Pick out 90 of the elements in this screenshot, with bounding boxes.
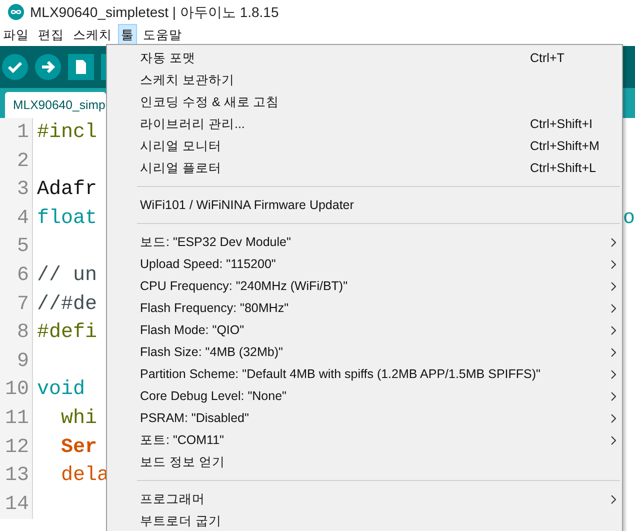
chevron-right-icon — [611, 414, 616, 422]
menu-bar-item[interactable]: 툴 — [118, 24, 137, 46]
menu-item[interactable]: PSRAM: "Disabled" — [107, 407, 622, 429]
menu-item-label: WiFi101 / WiFiNINA Firmware Updater — [140, 196, 355, 214]
menu-item-label: Flash Mode: "QIO" — [140, 322, 246, 339]
chevron-right-icon — [611, 238, 616, 246]
menu-item[interactable]: 시리얼 모니터 Ctrl+Shift+M — [107, 135, 622, 157]
app-logo-icon — [8, 4, 24, 20]
menu-item[interactable]: Flash Frequency: "80MHz" — [107, 297, 622, 319]
file-tab[interactable]: MLX90640_simp — [5, 92, 106, 118]
menu-bar-item[interactable]: 편집 — [35, 24, 67, 46]
menu-item[interactable]: Flash Mode: "QIO" — [107, 319, 622, 341]
menu-item[interactable]: 스케치 보관하기 — [107, 69, 622, 91]
line-number: 10 — [4, 378, 29, 402]
window-title: MLX90640_simpletest | 아두이노 1.8.15 — [30, 2, 279, 22]
menu-item-label: 라이브러리 관리... — [140, 116, 246, 133]
code-text: Adafr — [37, 178, 98, 202]
shortcut-label: Ctrl+Shift+I — [530, 116, 594, 133]
menu-item[interactable]: 포트: "COM11" — [107, 429, 622, 451]
line-number: 2 — [16, 150, 29, 173]
line-number: 6 — [16, 264, 29, 287]
chevron-right-icon — [611, 392, 616, 400]
line-number: 1 — [16, 121, 29, 144]
menu-item[interactable]: 프로그래머 — [107, 488, 622, 510]
menu-item[interactable]: Flash Size: "4MB (32Mb)" — [107, 341, 622, 363]
menu-item-label: 스케치 보관하기 — [140, 72, 236, 89]
menu-item-label: CPU Frequency: "240MHz (WiFi/BT)" — [140, 278, 349, 295]
menu-item-label: 시리얼 플로터 — [140, 160, 222, 177]
menu-item[interactable]: 부트로더 굽기 — [107, 510, 622, 531]
menu-item-label: 시리얼 모니터 — [140, 138, 222, 155]
menu-item[interactable]: 시리얼 플로터 Ctrl+Shift+L — [107, 157, 622, 179]
line-number: 5 — [16, 235, 29, 258]
chevron-right-icon — [611, 282, 616, 290]
code-text: #defi — [37, 321, 98, 344]
code-text: //#de — [37, 292, 98, 316]
menu-item[interactable]: 자동 포맷 Ctrl+T — [107, 47, 622, 69]
chevron-right-icon — [611, 326, 616, 334]
line-number: 11 — [4, 406, 29, 430]
chevron-right-icon — [611, 436, 616, 444]
code-text: // un — [37, 264, 98, 287]
menu-bar-item[interactable]: 도움말 — [140, 24, 185, 46]
verify-icon[interactable] — [1, 53, 29, 81]
upload-icon[interactable] — [34, 53, 62, 81]
shortcut-label: Ctrl+Shift+M — [530, 138, 600, 155]
new-file-icon[interactable] — [67, 53, 95, 81]
line-number: 13 — [4, 464, 29, 488]
code-text: o — [622, 206, 635, 230]
menu-item-label: 보드 정보 얻기 — [140, 454, 226, 471]
menu-bar-item[interactable]: 스케치 — [70, 24, 115, 46]
chevron-right-icon — [611, 260, 616, 268]
menu-item[interactable]: 인코딩 수정 & 새로 고침 — [107, 91, 622, 113]
line-number: 8 — [16, 321, 29, 344]
menu-item[interactable]: CPU Frequency: "240MHz (WiFi/BT)" — [107, 275, 622, 297]
code-text: float — [37, 206, 98, 230]
menu-item-label: 자동 포맷 — [140, 50, 196, 67]
menu-item[interactable]: 보드 정보 얻기 — [107, 451, 622, 473]
line-number: 9 — [16, 350, 29, 373]
code-text: whi — [60, 406, 98, 430]
line-number: 12 — [4, 436, 29, 459]
chevron-right-icon — [611, 494, 616, 504]
menu-item[interactable]: 라이브러리 관리... Ctrl+Shift+I — [107, 113, 622, 135]
menu-item-label: Upload Speed: "115200" — [140, 256, 277, 273]
chevron-right-icon — [611, 348, 616, 356]
chevron-right-icon — [611, 370, 616, 378]
menu-item-label: Flash Frequency: "80MHz" — [140, 300, 290, 317]
code-text: void — [37, 378, 86, 402]
menu-item-label: 포트: "COM11" — [140, 432, 225, 449]
line-number: 4 — [16, 206, 29, 230]
chevron-right-icon — [611, 304, 616, 312]
line-number: 3 — [16, 178, 29, 202]
shortcut-label: Ctrl+Shift+L — [530, 160, 598, 177]
menu-item[interactable]: WiFi101 / WiFiNINA Firmware Updater — [107, 194, 622, 216]
menu-item-label: 인코딩 수정 & 새로 고침 — [140, 94, 280, 111]
menu-item[interactable]: Core Debug Level: "None" — [107, 385, 622, 407]
menu-item-label: 프로그래머 — [140, 490, 206, 508]
code-text: Ser — [60, 436, 98, 459]
menu-item-label: Flash Size: "4MB (32Mb)" — [140, 344, 284, 361]
menu-item-label: 보드: "ESP32 Dev Module" — [140, 234, 292, 251]
code-text: #incl — [37, 121, 98, 144]
menu-item-label: Partition Scheme: "Default 4MB with spiffs (1.2MB APP/1.5MB SPIFFS)" — [140, 366, 542, 383]
menu-item[interactable]: 보드: "ESP32 Dev Module" — [107, 231, 622, 253]
line-number: 14 — [4, 492, 29, 516]
shortcut-label: Ctrl+T — [530, 50, 566, 67]
menu-item-label: PSRAM: "Disabled" — [140, 410, 250, 427]
line-number: 7 — [16, 292, 29, 316]
menu-item-label: Core Debug Level: "None" — [140, 388, 288, 405]
menu-item-label: 부트로더 굽기 — [140, 512, 222, 530]
menu-item[interactable]: Partition Scheme: "Default 4MB with spiffs (1.2MB APP/1.5MB SPIFFS)" — [107, 363, 622, 385]
menu-bar-item[interactable]: 파일 — [0, 24, 32, 46]
menu-item[interactable]: Upload Speed: "115200" — [107, 253, 622, 275]
